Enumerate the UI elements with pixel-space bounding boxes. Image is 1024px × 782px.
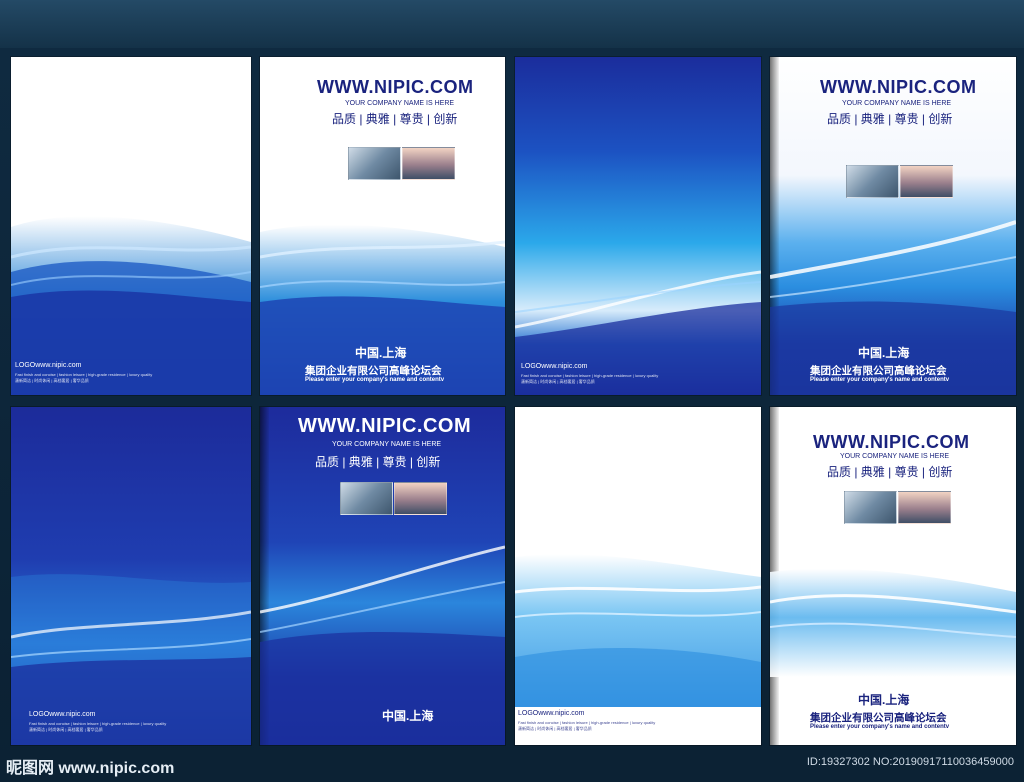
- cover-3-front: WWW.NIPIC.COM YOUR COMPANY NAME IS HERE …: [260, 407, 505, 745]
- bridge-photo: [898, 491, 951, 524]
- city-name: 中国.上海: [858, 693, 910, 707]
- logo-subtext-cn: 潇新简洁 | 时尚休闲 | 高档奢居 | 奢华品质: [518, 726, 592, 731]
- slogan: 品质 | 典雅 | 尊贵 | 创新: [827, 112, 953, 126]
- city-name: 中国.上海: [858, 346, 910, 360]
- top-banner: [0, 0, 1024, 48]
- slogan: 品质 | 典雅 | 尊贵 | 创新: [827, 465, 953, 479]
- bridge-photo: [900, 165, 953, 198]
- logo-subtext-cn: 潇新简洁 | 时尚休闲 | 高档奢居 | 奢华品质: [29, 727, 103, 732]
- building-photo: [348, 147, 401, 180]
- logo-subtext-en: Fast finish and concise | fashion leisur…: [15, 372, 153, 377]
- building-photo: [844, 491, 897, 524]
- cover-2-front: WWW.NIPIC.COM YOUR COMPANY NAME IS HERE …: [770, 57, 1016, 395]
- logo-text: LOGOwww.nipic.com: [518, 710, 585, 717]
- logo-text: LOGOwww.nipic.com: [521, 363, 588, 370]
- company-tagline: YOUR COMPANY NAME IS HERE: [332, 441, 442, 448]
- cover-4-back: LOGOwww.nipic.com Fast finish and concis…: [515, 407, 761, 745]
- slogan: 品质 | 典雅 | 尊贵 | 创新: [332, 112, 458, 126]
- bridge-photo: [402, 147, 455, 180]
- wave-graphic: [11, 216, 251, 395]
- cover-1-back: LOGOwww.nipic.com Fast finish and concis…: [11, 57, 251, 395]
- company-tagline: YOUR COMPANY NAME IS HERE: [840, 453, 950, 460]
- company-english: Please enter your company's name and con…: [305, 377, 445, 383]
- company-english: Please enter your company's name and con…: [810, 724, 950, 730]
- cover-3-back: LOGOwww.nipic.com Fast finish and concis…: [11, 407, 251, 745]
- logo-subtext-cn: 潇新简洁 | 时尚休闲 | 高档奢居 | 奢华品质: [521, 379, 595, 384]
- cover-4-front: WWW.NIPIC.COM YOUR COMPANY NAME IS HERE …: [770, 407, 1016, 745]
- company-name: 集团企业有限公司高峰论坛会: [305, 365, 442, 377]
- wave-graphic: [515, 270, 761, 395]
- company-name: 集团企业有限公司高峰论坛会: [810, 712, 947, 724]
- watermark-site: 昵图网 www.nipic.com: [6, 760, 175, 777]
- building-photo: [846, 165, 899, 198]
- slogan: 品质 | 典雅 | 尊贵 | 创新: [315, 455, 441, 469]
- logo-subtext-en: Fast finish and concise | fashion leisur…: [521, 373, 659, 378]
- cover-1-front: WWW.NIPIC.COM YOUR COMPANY NAME IS HERE …: [260, 57, 505, 395]
- wave-graphic: [11, 574, 251, 745]
- city-name: 中国.上海: [355, 346, 407, 360]
- company-tagline: YOUR COMPANY NAME IS HERE: [842, 100, 952, 107]
- logo-subtext-en: Fast finish and concise | fashion leisur…: [518, 720, 656, 725]
- website-url: WWW.NIPIC.COM: [820, 77, 977, 97]
- logo-subtext-en: Fast finish and concise | fashion leisur…: [29, 721, 167, 726]
- cover-2-back: LOGOwww.nipic.com Fast finish and concis…: [515, 57, 761, 395]
- website-url: WWW.NIPIC.COM: [298, 415, 472, 437]
- building-photo: [340, 482, 393, 515]
- company-name: 集团企业有限公司高峰论坛会: [810, 365, 947, 377]
- website-url: WWW.NIPIC.COM: [317, 77, 474, 97]
- city-name: 中国.上海: [382, 709, 434, 723]
- company-tagline: YOUR COMPANY NAME IS HERE: [345, 100, 455, 107]
- logo-subtext-cn: 潇新简洁 | 时尚休闲 | 高档奢居 | 奢华品质: [15, 378, 89, 383]
- company-english: Please enter your company's name and con…: [810, 377, 950, 383]
- logo-text: LOGOwww.nipic.com: [15, 362, 82, 369]
- bridge-photo: [394, 482, 447, 515]
- website-url: WWW.NIPIC.COM: [813, 432, 970, 452]
- watermark-id: ID:19327302 NO:20190917110036459000: [806, 756, 1014, 768]
- wave-graphic: [515, 554, 761, 707]
- logo-text: LOGOwww.nipic.com: [29, 711, 96, 718]
